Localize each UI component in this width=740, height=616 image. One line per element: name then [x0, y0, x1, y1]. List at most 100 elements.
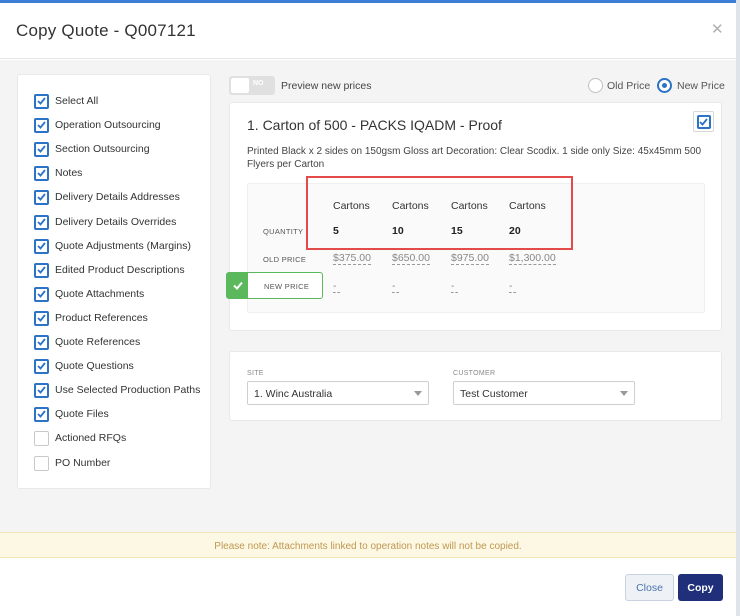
option-row[interactable]: Product References — [34, 310, 148, 326]
close-button[interactable]: Close — [625, 574, 674, 601]
option-checkbox[interactable] — [34, 310, 49, 326]
new-price-radio[interactable] — [657, 78, 672, 93]
option-checkbox[interactable] — [34, 430, 49, 446]
option-row[interactable]: Quote Questions — [34, 358, 134, 374]
attachments-note-bar: Please note: Attachments linked to opera… — [0, 532, 736, 558]
option-checkbox[interactable] — [34, 455, 49, 471]
chevron-down-icon — [620, 391, 628, 396]
checkmark-icon — [37, 193, 46, 201]
checkbox-box — [696, 114, 711, 129]
checkmark-icon — [37, 145, 46, 153]
option-label: Delivery Details Overrides — [55, 216, 177, 228]
checkmark-icon — [37, 97, 46, 105]
option-row[interactable]: Delivery Details Overrides — [34, 214, 176, 230]
option-row[interactable]: PO Number — [34, 455, 110, 471]
copy-button[interactable]: Copy — [678, 574, 723, 601]
option-row[interactable]: Edited Product Descriptions — [34, 262, 185, 278]
old-price-value: $1,300.00 — [509, 252, 556, 265]
checkmark-icon — [37, 290, 46, 298]
customer-select[interactable]: Test Customer — [453, 381, 635, 405]
old-price-row-label: OLD PRICE — [263, 255, 307, 264]
site-select-value: 1. Winc Australia — [254, 388, 333, 400]
product-description: Printed Black x 2 sides on 150gsm Gloss … — [247, 146, 702, 170]
chevron-down-icon — [414, 391, 422, 396]
option-label: Operation Outsourcing — [55, 119, 161, 131]
option-row[interactable]: Delivery Details Addresses — [34, 189, 180, 205]
option-row[interactable]: Notes — [34, 165, 82, 181]
old-price-value: $375.00 — [333, 252, 371, 265]
option-row[interactable]: Use Selected Production Paths — [34, 382, 200, 398]
checkmark-icon — [37, 242, 46, 250]
option-row[interactable]: Operation Outsourcing — [34, 117, 161, 133]
new-price-value[interactable]: - — [451, 280, 458, 293]
new-price-apply-button[interactable]: NEW PRICE — [226, 272, 323, 299]
customer-select-value: Test Customer — [460, 388, 528, 400]
option-row[interactable]: Select All — [34, 93, 98, 109]
checkmark-icon — [37, 218, 46, 226]
option-row[interactable]: Section Outsourcing — [34, 141, 150, 157]
option-checkbox[interactable] — [34, 334, 49, 350]
checkmark-icon — [37, 362, 46, 370]
option-label: Quote Attachments — [55, 288, 145, 300]
dialog-title: Copy Quote - Q007121 — [16, 21, 196, 40]
product-select-checkbox[interactable] — [693, 111, 714, 132]
attachments-note-text: Please note: Attachments linked to opera… — [214, 541, 522, 552]
preview-new-prices-toggle[interactable]: NO — [229, 76, 275, 95]
checkmark-icon — [699, 117, 708, 126]
option-label: Use Selected Production Paths — [55, 384, 201, 396]
option-checkbox[interactable] — [34, 117, 49, 133]
option-label: Select All — [55, 95, 99, 107]
option-checkbox[interactable] — [34, 214, 49, 230]
option-row[interactable]: Quote Attachments — [34, 286, 144, 302]
old-price-value: $650.00 — [392, 252, 430, 265]
close-icon[interactable]: ✕ — [711, 20, 724, 38]
checkmark-icon — [37, 121, 46, 129]
preview-new-prices-label: Preview new prices — [281, 80, 372, 92]
new-price-label: New Price — [677, 80, 725, 92]
option-row[interactable]: Quote Adjustments (Margins) — [34, 238, 191, 254]
checkmark-icon — [37, 338, 46, 346]
customer-label: CUSTOMER — [453, 370, 496, 377]
window-right-edge — [736, 0, 740, 616]
toggle-state-text: NO — [253, 80, 264, 87]
option-checkbox[interactable] — [34, 358, 49, 374]
product-title: 1. Carton of 500 - PACKS IQADM - Proof — [247, 117, 502, 133]
option-label: Edited Product Descriptions — [55, 264, 185, 276]
copy-options-panel — [17, 74, 211, 489]
new-price-value[interactable]: - — [333, 280, 340, 293]
old-price-label: Old Price — [607, 80, 651, 92]
option-label: Section Outsourcing — [55, 143, 150, 155]
checkmark-icon — [37, 314, 46, 322]
new-price-value[interactable]: - — [509, 280, 516, 293]
option-label: Quote Questions — [55, 360, 134, 372]
option-checkbox[interactable] — [34, 286, 49, 302]
checkmark-icon — [37, 169, 46, 177]
option-checkbox[interactable] — [34, 93, 49, 109]
new-price-value[interactable]: - — [392, 280, 399, 293]
old-price-radio[interactable] — [588, 78, 603, 93]
annotation-highlight-box — [306, 176, 573, 250]
checkmark-icon — [37, 410, 46, 418]
option-checkbox[interactable] — [34, 406, 49, 422]
option-label: Actioned RFQs — [55, 432, 127, 444]
quantity-row-label: QUANTITY — [263, 227, 304, 236]
check-icon — [227, 273, 248, 298]
new-price-row-label: NEW PRICE — [264, 282, 310, 291]
option-checkbox[interactable] — [34, 382, 49, 398]
option-label: Quote References — [55, 336, 141, 348]
checkmark-icon — [37, 386, 46, 394]
option-label: Quote Adjustments (Margins) — [55, 240, 191, 252]
option-label: PO Number — [55, 457, 111, 469]
option-checkbox[interactable] — [34, 165, 49, 181]
option-row[interactable]: Actioned RFQs — [34, 430, 126, 446]
option-checkbox[interactable] — [34, 238, 49, 254]
option-checkbox[interactable] — [34, 141, 49, 157]
option-row[interactable]: Quote References — [34, 334, 140, 350]
site-select[interactable]: 1. Winc Australia — [247, 381, 429, 405]
option-row[interactable]: Quote Files — [34, 406, 109, 422]
dialog-header: Copy Quote - Q007121 ✕ — [0, 3, 736, 59]
option-checkbox[interactable] — [34, 262, 49, 278]
old-price-value: $975.00 — [451, 252, 489, 265]
option-checkbox[interactable] — [34, 189, 49, 205]
option-label: Notes — [55, 167, 83, 179]
